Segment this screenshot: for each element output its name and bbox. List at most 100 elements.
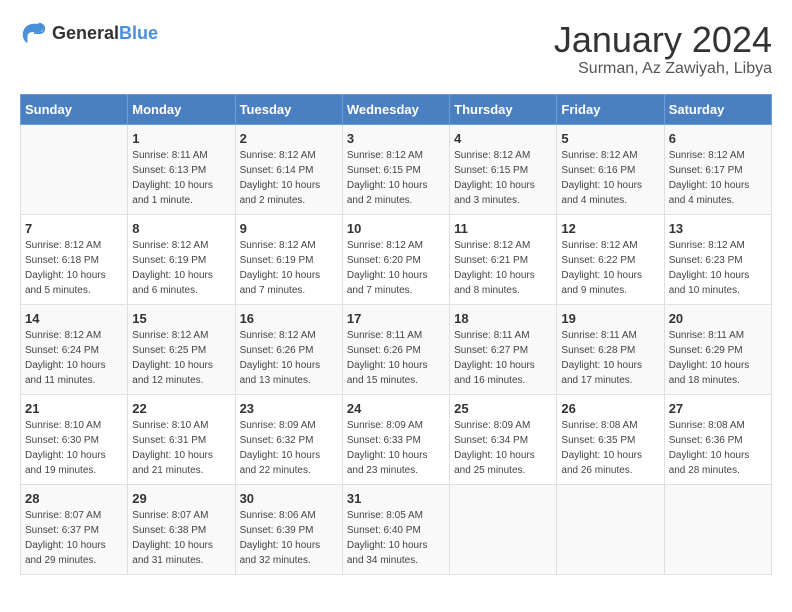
day-number: 13: [669, 221, 767, 236]
calendar-cell: 3 Sunrise: 8:12 AMSunset: 6:15 PMDaylight…: [342, 124, 449, 214]
calendar-cell: 17 Sunrise: 8:11 AMSunset: 6:26 PMDayligh…: [342, 304, 449, 394]
day-info: Sunrise: 8:11 AMSunset: 6:13 PMDaylight:…: [132, 148, 230, 208]
calendar-cell: 15Sunrise: 8:12 AMSunset: 6:25 PMDayligh…: [128, 304, 235, 394]
week-row-3: 14 Sunrise: 8:12 AMSunset: 6:24 PMDayligh…: [21, 304, 772, 394]
day-number: 31: [347, 491, 445, 506]
calendar-cell: 2 Sunrise: 8:12 AMSunset: 6:14 PMDaylight…: [235, 124, 342, 214]
calendar-cell: [664, 484, 771, 574]
day-info: Sunrise: 8:09 AMSunset: 6:33 PMDaylight:…: [347, 418, 445, 478]
day-number: 22: [132, 401, 230, 416]
day-number: 2: [240, 131, 338, 146]
day-number: 3: [347, 131, 445, 146]
day-info: Sunrise: 8:11 AMSunset: 6:26 PMDaylight:…: [347, 328, 445, 388]
header-day-monday: Monday: [128, 94, 235, 124]
logo: GeneralBlue: [20, 20, 158, 48]
day-info: Sunrise: 8:12 AMSunset: 6:20 PMDaylight:…: [347, 238, 445, 298]
calendar-cell: [21, 124, 128, 214]
logo-icon: [20, 20, 48, 48]
header-day-friday: Friday: [557, 94, 664, 124]
day-number: 4: [454, 131, 552, 146]
day-number: 25: [454, 401, 552, 416]
calendar-cell: 8 Sunrise: 8:12 AMSunset: 6:19 PMDaylight…: [128, 214, 235, 304]
day-info: Sunrise: 8:12 AMSunset: 6:15 PMDaylight:…: [347, 148, 445, 208]
calendar-cell: 29 Sunrise: 8:07 AMSunset: 6:38 PMDayligh…: [128, 484, 235, 574]
header-day-wednesday: Wednesday: [342, 94, 449, 124]
title-block: January 2024 Surman, Az Zawiyah, Libya: [554, 20, 772, 78]
page-header: GeneralBlue January 2024 Surman, Az Zawi…: [20, 20, 772, 78]
location-title: Surman, Az Zawiyah, Libya: [554, 60, 772, 78]
calendar-cell: 30Sunrise: 8:06 AMSunset: 6:39 PMDayligh…: [235, 484, 342, 574]
day-number: 29: [132, 491, 230, 506]
month-title: January 2024: [554, 20, 772, 60]
week-row-5: 28 Sunrise: 8:07 AMSunset: 6:37 PMDayligh…: [21, 484, 772, 574]
day-info: Sunrise: 8:07 AMSunset: 6:37 PMDaylight:…: [25, 508, 123, 568]
calendar-cell: 20 Sunrise: 8:11 AMSunset: 6:29 PMDayligh…: [664, 304, 771, 394]
calendar-cell: 18 Sunrise: 8:11 AMSunset: 6:27 PMDayligh…: [450, 304, 557, 394]
day-number: 23: [240, 401, 338, 416]
day-info: Sunrise: 8:12 AMSunset: 6:21 PMDaylight:…: [454, 238, 552, 298]
calendar-cell: 25 Sunrise: 8:09 AMSunset: 6:34 PMDayligh…: [450, 394, 557, 484]
calendar-cell: 16Sunrise: 8:12 AMSunset: 6:26 PMDayligh…: [235, 304, 342, 394]
day-number: 8: [132, 221, 230, 236]
day-info: Sunrise: 8:12 AMSunset: 6:14 PMDaylight:…: [240, 148, 338, 208]
calendar-cell: 11 Sunrise: 8:12 AMSunset: 6:21 PMDayligh…: [450, 214, 557, 304]
day-info: Sunrise: 8:09 AMSunset: 6:34 PMDaylight:…: [454, 418, 552, 478]
calendar-cell: 21 Sunrise: 8:10 AMSunset: 6:30 PMDayligh…: [21, 394, 128, 484]
calendar-cell: 27 Sunrise: 8:08 AMSunset: 6:36 PMDayligh…: [664, 394, 771, 484]
day-number: 9: [240, 221, 338, 236]
day-info: Sunrise: 8:10 AMSunset: 6:30 PMDaylight:…: [25, 418, 123, 478]
day-number: 27: [669, 401, 767, 416]
day-number: 6: [669, 131, 767, 146]
day-info: Sunrise: 8:07 AMSunset: 6:38 PMDaylight:…: [132, 508, 230, 568]
day-info: Sunrise: 8:12 AMSunset: 6:15 PMDaylight:…: [454, 148, 552, 208]
day-info: Sunrise: 8:12 AMSunset: 6:17 PMDaylight:…: [669, 148, 767, 208]
logo-text: GeneralBlue: [52, 24, 158, 44]
calendar-cell: 22 Sunrise: 8:10 AMSunset: 6:31 PMDayligh…: [128, 394, 235, 484]
day-info: Sunrise: 8:12 AMSunset: 6:23 PMDaylight:…: [669, 238, 767, 298]
calendar-cell: 19 Sunrise: 8:11 AMSunset: 6:28 PMDayligh…: [557, 304, 664, 394]
calendar-cell: 9 Sunrise: 8:12 AMSunset: 6:19 PMDaylight…: [235, 214, 342, 304]
calendar-cell: 4 Sunrise: 8:12 AMSunset: 6:15 PMDaylight…: [450, 124, 557, 214]
calendar-cell: 1Sunrise: 8:11 AMSunset: 6:13 PMDaylight…: [128, 124, 235, 214]
day-info: Sunrise: 8:12 AMSunset: 6:16 PMDaylight:…: [561, 148, 659, 208]
day-info: Sunrise: 8:10 AMSunset: 6:31 PMDaylight:…: [132, 418, 230, 478]
day-info: Sunrise: 8:12 AMSunset: 6:25 PMDaylight:…: [132, 328, 230, 388]
day-number: 19: [561, 311, 659, 326]
day-info: Sunrise: 8:05 AMSunset: 6:40 PMDaylight:…: [347, 508, 445, 568]
day-info: Sunrise: 8:11 AMSunset: 6:27 PMDaylight:…: [454, 328, 552, 388]
day-info: Sunrise: 8:11 AMSunset: 6:29 PMDaylight:…: [669, 328, 767, 388]
day-number: 7: [25, 221, 123, 236]
header-day-saturday: Saturday: [664, 94, 771, 124]
calendar-cell: 5 Sunrise: 8:12 AMSunset: 6:16 PMDaylight…: [557, 124, 664, 214]
day-info: Sunrise: 8:09 AMSunset: 6:32 PMDaylight:…: [240, 418, 338, 478]
week-row-4: 21 Sunrise: 8:10 AMSunset: 6:30 PMDayligh…: [21, 394, 772, 484]
day-number: 12: [561, 221, 659, 236]
day-number: 5: [561, 131, 659, 146]
calendar-cell: 31 Sunrise: 8:05 AMSunset: 6:40 PMDayligh…: [342, 484, 449, 574]
calendar-cell: 24 Sunrise: 8:09 AMSunset: 6:33 PMDayligh…: [342, 394, 449, 484]
day-number: 17: [347, 311, 445, 326]
day-number: 14: [25, 311, 123, 326]
day-number: 28: [25, 491, 123, 506]
calendar-cell: 23 Sunrise: 8:09 AMSunset: 6:32 PMDayligh…: [235, 394, 342, 484]
calendar-cell: 14 Sunrise: 8:12 AMSunset: 6:24 PMDayligh…: [21, 304, 128, 394]
day-info: Sunrise: 8:12 AMSunset: 6:19 PMDaylight:…: [132, 238, 230, 298]
day-number: 20: [669, 311, 767, 326]
calendar-table: SundayMondayTuesdayWednesdayThursdayFrid…: [20, 94, 772, 575]
header-day-thursday: Thursday: [450, 94, 557, 124]
calendar-cell: 13 Sunrise: 8:12 AMSunset: 6:23 PMDayligh…: [664, 214, 771, 304]
day-info: Sunrise: 8:08 AMSunset: 6:35 PMDaylight:…: [561, 418, 659, 478]
day-info: Sunrise: 8:12 AMSunset: 6:24 PMDaylight:…: [25, 328, 123, 388]
day-info: Sunrise: 8:12 AMSunset: 6:22 PMDaylight:…: [561, 238, 659, 298]
day-info: Sunrise: 8:11 AMSunset: 6:28 PMDaylight:…: [561, 328, 659, 388]
day-number: 24: [347, 401, 445, 416]
day-number: 21: [25, 401, 123, 416]
day-info: Sunrise: 8:08 AMSunset: 6:36 PMDaylight:…: [669, 418, 767, 478]
header-day-sunday: Sunday: [21, 94, 128, 124]
calendar-cell: 10Sunrise: 8:12 AMSunset: 6:20 PMDayligh…: [342, 214, 449, 304]
day-number: 18: [454, 311, 552, 326]
day-number: 16: [240, 311, 338, 326]
day-info: Sunrise: 8:12 AMSunset: 6:19 PMDaylight:…: [240, 238, 338, 298]
day-number: 11: [454, 221, 552, 236]
week-row-2: 7Sunrise: 8:12 AMSunset: 6:18 PMDaylight…: [21, 214, 772, 304]
